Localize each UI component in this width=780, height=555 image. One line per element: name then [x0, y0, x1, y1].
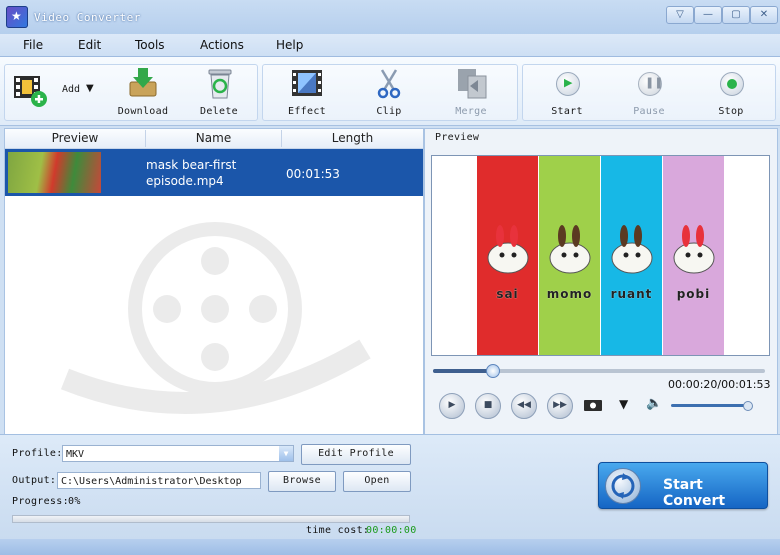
file-name-line1: mask bear-first: [146, 158, 237, 172]
start-convert-label: Start Convert: [663, 477, 726, 509]
delete-label: Delete: [200, 106, 238, 117]
preview-panel: Preview sai momo ruant pobi 00:00:20/00:01:…: [424, 128, 778, 435]
snapshot-camera-icon[interactable]: [584, 399, 604, 411]
download-icon: [129, 68, 157, 97]
character-figure: [669, 222, 715, 274]
video-thumbnail: [8, 152, 101, 193]
add-video-icon: [14, 76, 47, 107]
start-label: Start: [551, 106, 583, 117]
seek-handle[interactable]: [485, 364, 500, 378]
file-length: 00:01:53: [286, 167, 340, 181]
column-preview[interactable]: Preview: [5, 131, 145, 145]
file-list-header: Preview Name Length: [5, 129, 423, 149]
chevron-down-icon[interactable]: ▼: [279, 446, 293, 461]
stop-button[interactable]: Stop: [696, 66, 766, 118]
menu-bar: [0, 34, 780, 57]
add-button[interactable]: Add ▼: [12, 70, 100, 112]
minimize-icon[interactable]: —: [694, 6, 722, 24]
chevron-down-icon[interactable]: ▼: [86, 83, 94, 94]
profile-value: MKV: [66, 449, 85, 460]
add-label: Add: [62, 84, 81, 95]
file-list[interactable]: Preview Name Length mask bear-first epis…: [4, 128, 424, 435]
fast-forward-icon[interactable]: ▶▶: [547, 393, 573, 419]
convert-arrows-icon: [605, 468, 641, 504]
effect-button[interactable]: Effect: [272, 66, 342, 118]
scissors-icon: [377, 69, 401, 99]
character-name-label: momo: [546, 287, 593, 301]
conversion-progress-bar: [12, 515, 410, 523]
open-button[interactable]: Open: [343, 471, 411, 492]
output-label: Output:: [12, 475, 57, 486]
preview-title: Preview: [435, 132, 480, 143]
time-cost-value: 00:00:00: [366, 525, 417, 536]
stop-playback-icon[interactable]: ■: [475, 393, 501, 419]
video-preview-screen[interactable]: sai momo ruant pobi: [431, 155, 770, 356]
download-label: Download: [117, 106, 169, 117]
clip-button[interactable]: Clip: [354, 66, 424, 118]
column-length[interactable]: Length: [282, 131, 423, 145]
file-name-line2: episode.mp4: [146, 174, 224, 188]
volume-icon[interactable]: 🔈: [646, 396, 662, 411]
merge-label: Merge: [455, 106, 487, 117]
play-icon[interactable]: ▶: [439, 393, 465, 419]
merge-icon: [458, 69, 487, 99]
start-convert-button[interactable]: Start Convert: [598, 462, 768, 509]
character-figure: [545, 222, 591, 274]
profile-label: Profile:: [12, 448, 63, 459]
color-stripe: sai: [477, 156, 538, 355]
column-name[interactable]: Name: [146, 131, 281, 145]
effect-label: Effect: [288, 106, 326, 117]
snapshot-dropdown-icon[interactable]: ▼: [619, 397, 628, 411]
menu-edit[interactable]: Edit: [78, 38, 101, 52]
rewind-icon[interactable]: ◀◀: [511, 393, 537, 419]
film-reel-watermark-icon: [60, 222, 371, 414]
color-stripe: pobi: [663, 156, 724, 355]
close-icon[interactable]: ✕: [750, 6, 778, 24]
start-button[interactable]: ▶ Start: [532, 66, 602, 118]
status-bar: [0, 539, 780, 555]
recycle-bin-icon: [208, 69, 232, 99]
maximize-icon[interactable]: ▢: [722, 6, 750, 24]
progress-value: 0%: [68, 496, 81, 507]
clip-label: Clip: [376, 106, 402, 117]
timecode: 00:00:20/00:01:53: [668, 378, 771, 391]
character-figure: [607, 222, 653, 274]
seek-slider[interactable]: [433, 364, 765, 378]
character-name-label: sai: [496, 287, 519, 301]
stop-label: Stop: [718, 106, 744, 117]
menu-file[interactable]: File: [23, 38, 43, 52]
start-icon: ▶: [556, 72, 580, 96]
volume-handle[interactable]: [743, 401, 753, 411]
profile-select[interactable]: MKV ▼: [62, 445, 294, 462]
menu-tools[interactable]: Tools: [135, 38, 165, 52]
app-logo-icon: [6, 6, 28, 28]
seek-progress: [433, 369, 492, 373]
window-title: Video Converter: [34, 11, 141, 24]
menu-help[interactable]: Help: [276, 38, 303, 52]
delete-button[interactable]: Delete: [184, 66, 254, 118]
character-name-label: pobi: [676, 287, 711, 301]
merge-button[interactable]: Merge: [436, 66, 506, 118]
pause-button[interactable]: ❚❚ Pause: [614, 66, 684, 118]
output-path-field[interactable]: C:\Users\Administrator\Desktop: [57, 472, 261, 489]
table-row[interactable]: mask bear-first episode.mp4 00:01:53: [5, 149, 423, 196]
pause-label: Pause: [633, 106, 665, 117]
browse-button[interactable]: Browse: [268, 471, 336, 492]
color-stripe: ruant: [601, 156, 662, 355]
character-name-label: ruant: [610, 287, 653, 301]
pause-icon: ❚❚: [638, 72, 663, 96]
menu-dropdown-icon[interactable]: ▽: [666, 6, 694, 24]
menu-actions[interactable]: Actions: [200, 38, 244, 52]
download-button[interactable]: Download: [108, 66, 178, 118]
progress-label: Progress:: [12, 496, 69, 507]
edit-profile-button[interactable]: Edit Profile: [301, 444, 411, 465]
volume-slider[interactable]: [671, 401, 753, 411]
time-cost-label: time cost:: [306, 525, 370, 536]
effect-filmstrip-icon: [292, 70, 322, 96]
character-figure: [483, 222, 529, 274]
stop-icon: [720, 72, 744, 96]
color-stripe: momo: [539, 156, 600, 355]
